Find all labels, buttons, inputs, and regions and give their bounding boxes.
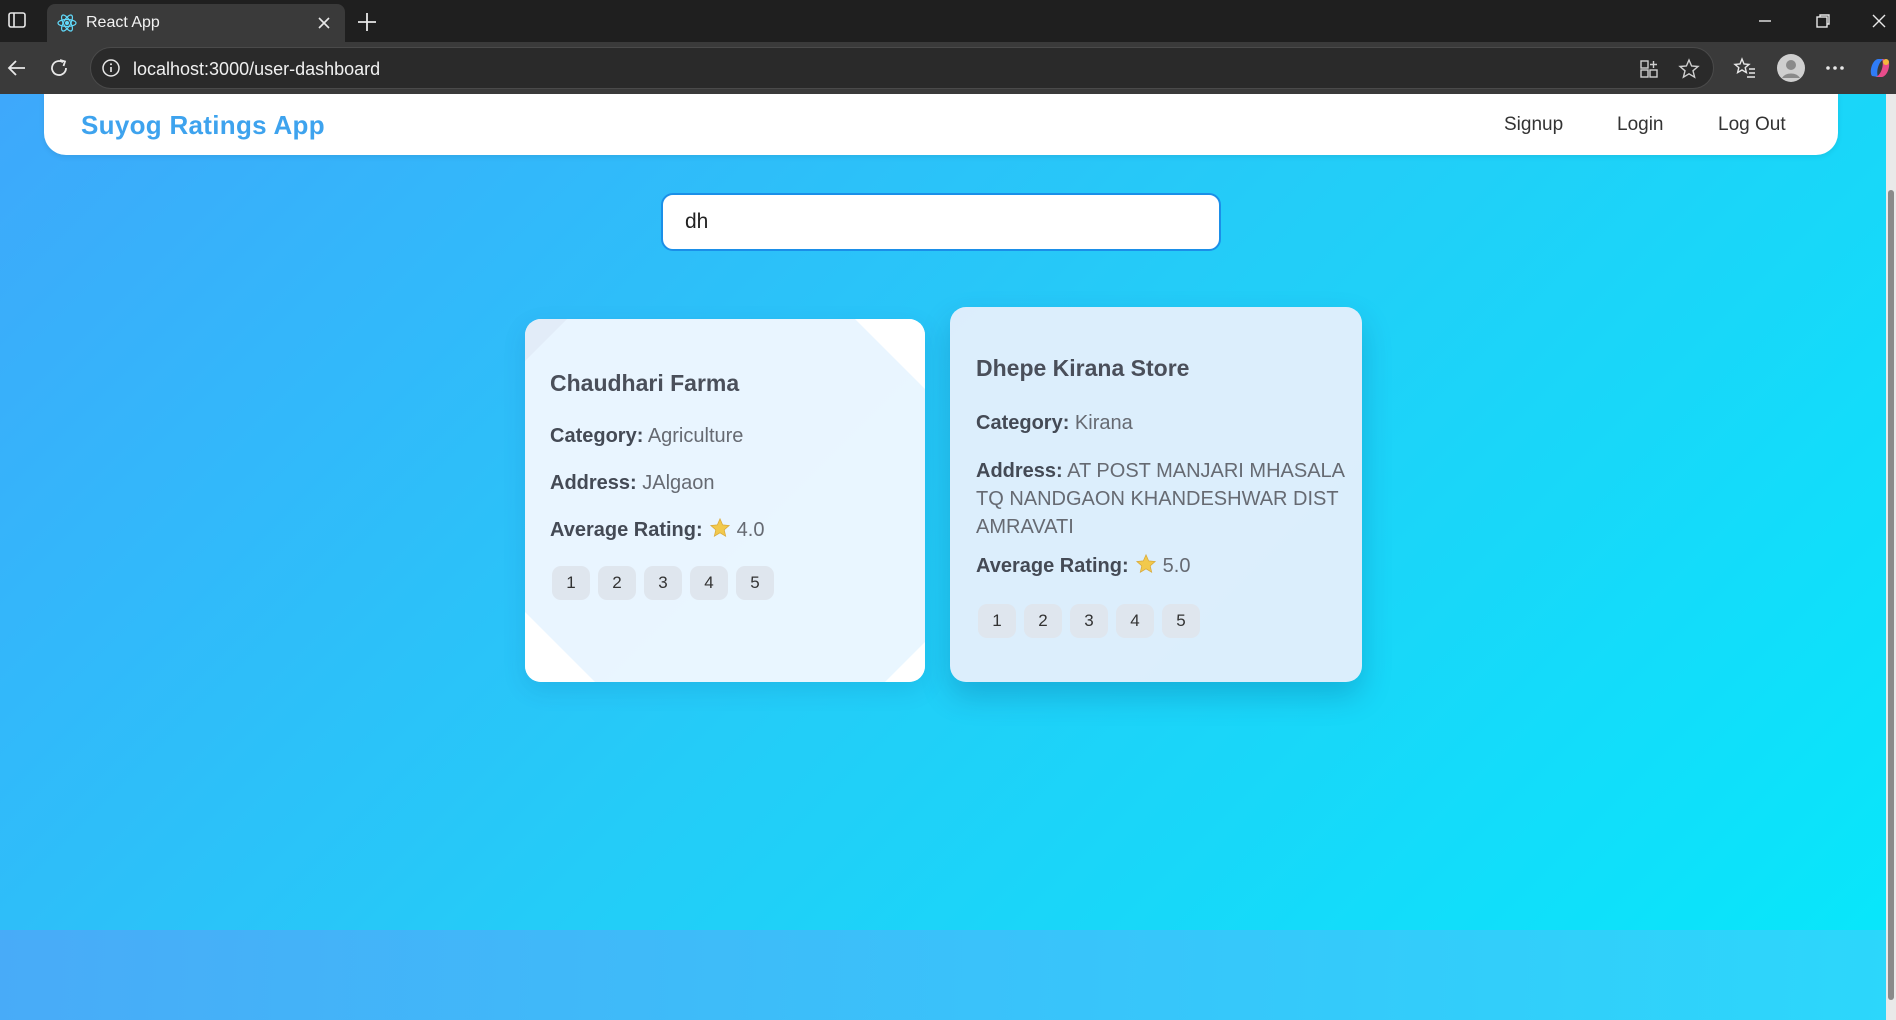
site-info-icon[interactable] <box>101 58 121 78</box>
store-average-rating: Average Rating: 4.0 <box>550 516 910 544</box>
restore-icon[interactable] <box>1812 10 1834 32</box>
tab-title: React App <box>86 14 160 31</box>
close-window-icon[interactable] <box>1868 10 1890 32</box>
category-label: Category: <box>976 412 1070 434</box>
react-logo-icon <box>57 14 77 32</box>
scrollbar-thumb[interactable] <box>1888 190 1894 1000</box>
nav-login-link[interactable]: Login <box>1617 114 1664 136</box>
rating-buttons: 1 2 3 4 5 <box>552 566 774 600</box>
address-label: Address: <box>976 460 1063 482</box>
favorites-icon[interactable] <box>1732 55 1758 81</box>
rate-2-button[interactable]: 2 <box>1024 604 1062 638</box>
category-label: Category: <box>550 425 644 447</box>
reload-icon[interactable] <box>46 55 72 81</box>
average-rating-value: 5.0 <box>1162 555 1191 577</box>
star-icon <box>709 517 730 538</box>
browser-tab[interactable]: React App <box>47 4 345 42</box>
store-category: Category: Kirana <box>976 409 1346 437</box>
store-address: Address: AT POST MANJARI MHASALA TQ NAND… <box>976 457 1346 541</box>
address-bar[interactable]: localhost:3000/user-dashboard <box>90 47 1714 89</box>
rating-buttons: 1 2 3 4 5 <box>978 604 1200 638</box>
profile-avatar-icon[interactable] <box>1776 53 1806 83</box>
nav-logout-link[interactable]: Log Out <box>1718 114 1786 136</box>
rate-3-button[interactable]: 3 <box>644 566 682 600</box>
rate-1-button[interactable]: 1 <box>978 604 1016 638</box>
copilot-icon[interactable] <box>1866 54 1894 82</box>
rate-5-button[interactable]: 5 <box>736 566 774 600</box>
rate-3-button[interactable]: 3 <box>1070 604 1108 638</box>
brand-logo[interactable]: Suyog Ratings App <box>81 110 325 141</box>
store-address: Address: JAlgaon <box>550 469 910 497</box>
category-value: Kirana <box>1074 412 1133 434</box>
sidebar-toggle-icon[interactable] <box>6 9 28 31</box>
store-card: Dhepe Kirana Store Category: Kirana Addr… <box>950 307 1362 682</box>
page-scrollbar[interactable] <box>1886 94 1896 1020</box>
store-name: Chaudhari Farma <box>550 370 740 396</box>
rate-4-button[interactable]: 4 <box>690 566 728 600</box>
back-arrow-icon[interactable] <box>4 55 30 81</box>
store-name: Dhepe Kirana Store <box>976 355 1190 381</box>
minimize-icon[interactable] <box>1754 10 1776 32</box>
category-value: Agriculture <box>647 425 744 447</box>
address-value: JAlgaon <box>642 472 715 494</box>
nav-signup-link[interactable]: Signup <box>1504 114 1563 136</box>
store-average-rating: Average Rating: 5.0 <box>976 552 1346 580</box>
store-card: Chaudhari Farma Category: Agriculture Ad… <box>525 319 925 682</box>
more-options-icon[interactable] <box>1822 55 1848 81</box>
url-text[interactable]: localhost:3000/user-dashboard <box>133 59 380 80</box>
top-navbar: Suyog Ratings App Signup Login Log Out <box>44 94 1838 155</box>
rate-4-button[interactable]: 4 <box>1116 604 1154 638</box>
browser-titlebar: React App <box>0 0 1896 42</box>
app-available-icon[interactable] <box>1637 57 1661 81</box>
rate-1-button[interactable]: 1 <box>552 566 590 600</box>
page-viewport: Suyog Ratings App Signup Login Log Out C… <box>0 94 1886 1020</box>
card-corner-decoration <box>525 612 595 682</box>
store-search-input[interactable] <box>661 193 1221 251</box>
card-corner-decoration <box>855 319 925 389</box>
address-label: Address: <box>550 472 637 494</box>
rate-2-button[interactable]: 2 <box>598 566 636 600</box>
rate-5-button[interactable]: 5 <box>1162 604 1200 638</box>
new-tab-icon[interactable] <box>354 9 380 35</box>
footer-strip <box>0 930 1886 1020</box>
card-corner-decoration <box>885 642 925 682</box>
average-rating-value: 4.0 <box>736 519 765 541</box>
browser-toolbar: localhost:3000/user-dashboard <box>0 42 1896 94</box>
star-icon <box>1135 553 1156 574</box>
average-rating-label: Average Rating: <box>976 555 1129 577</box>
store-category: Category: Agriculture <box>550 422 910 450</box>
favorite-star-icon[interactable] <box>1677 57 1701 81</box>
average-rating-label: Average Rating: <box>550 519 703 541</box>
close-tab-icon[interactable] <box>313 12 335 34</box>
